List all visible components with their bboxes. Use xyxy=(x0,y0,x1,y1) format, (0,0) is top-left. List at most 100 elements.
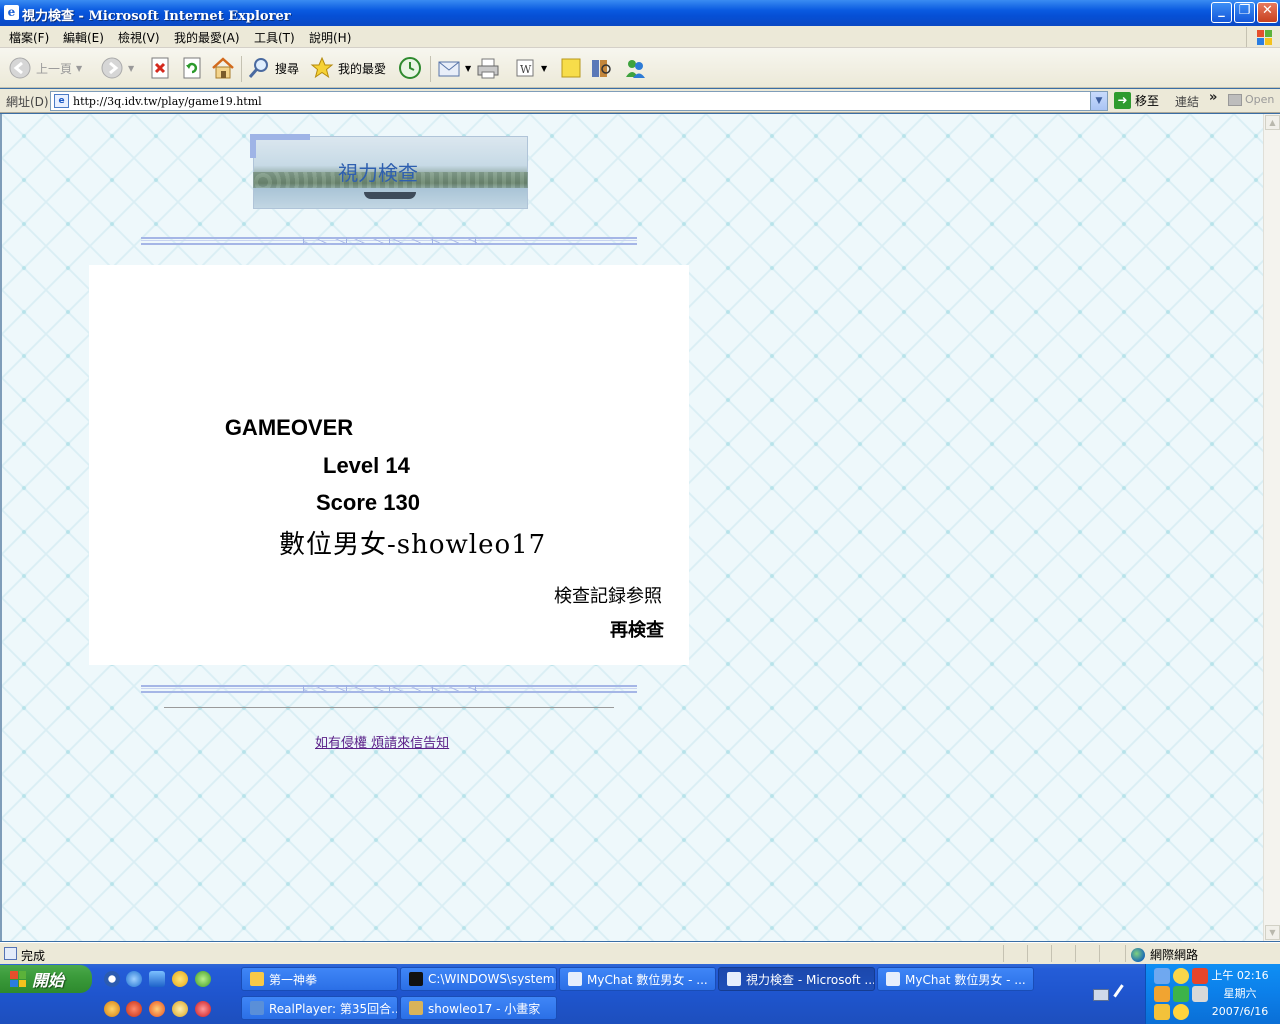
menu-favorites[interactable]: 我的最愛(A) xyxy=(174,29,240,46)
home-button[interactable] xyxy=(211,55,235,81)
app-tray-icon[interactable] xyxy=(1173,1004,1189,1020)
back-button[interactable]: 上一頁 ▼ xyxy=(8,55,82,81)
taskbar-button[interactable]: showleo17 - 小畫家 xyxy=(400,996,557,1020)
links-label[interactable]: 連結 xyxy=(1175,93,1199,110)
mail-button[interactable]: ▼ xyxy=(437,55,471,81)
status-divider xyxy=(1125,945,1126,962)
taskbar-button[interactable]: 視力検查 - Microsoft ... xyxy=(718,967,875,991)
app-quicklaunch-icon[interactable] xyxy=(149,1001,165,1017)
status-divider xyxy=(1099,945,1100,962)
clock[interactable]: 上午 02:16 星期六 2007/6/16 xyxy=(1205,967,1275,1021)
menu-help[interactable]: 說明(H) xyxy=(309,29,351,46)
refresh-icon xyxy=(180,56,204,80)
address-dropdown-icon[interactable]: ▼ xyxy=(1090,92,1107,110)
maximize-button[interactable]: ❐ xyxy=(1234,2,1255,23)
open-button[interactable]: Open xyxy=(1228,93,1274,106)
edit-dropdown-icon[interactable]: ▼ xyxy=(541,64,547,73)
taskbar-button[interactable]: MyChat 數位男女 - ... xyxy=(877,967,1034,991)
level-value: 14 xyxy=(385,453,410,478)
menu-file[interactable]: 檔案(F) xyxy=(9,29,49,46)
discuss-button[interactable] xyxy=(559,55,583,81)
taskbar-button[interactable]: 第一神拳 xyxy=(241,967,398,991)
menu-view[interactable]: 檢視(V) xyxy=(118,29,160,46)
toolbar: 上一頁 ▼ ▼ 搜尋 我的最愛 ▼ W ▼ xyxy=(0,48,1280,88)
go-button[interactable]: ➜ 移至 xyxy=(1114,92,1159,109)
close-button[interactable]: ✕ xyxy=(1257,2,1278,23)
menu-tools[interactable]: 工具(T) xyxy=(254,29,295,46)
vertical-scrollbar[interactable]: ▲ ▼ xyxy=(1263,114,1280,941)
app-tray-icon[interactable] xyxy=(1173,986,1189,1002)
windows-flag-icon xyxy=(1246,27,1276,47)
app-quicklaunch-icon[interactable] xyxy=(195,1001,211,1017)
refresh-button[interactable] xyxy=(180,55,204,81)
taskbar-app-icon xyxy=(409,972,423,986)
back-dropdown-icon[interactable]: ▼ xyxy=(76,64,82,73)
taskbar-app-icon xyxy=(250,972,264,986)
minimize-button[interactable]: _ xyxy=(1211,2,1232,23)
keyboard-icon[interactable] xyxy=(1093,989,1109,1001)
taskbar-app-icon xyxy=(727,972,741,986)
address-input[interactable] xyxy=(73,93,1083,109)
history-button[interactable] xyxy=(398,55,422,81)
app-quicklaunch-icon[interactable] xyxy=(126,1001,142,1017)
messenger-button[interactable] xyxy=(623,55,647,81)
app-tray-icon[interactable] xyxy=(1154,1004,1170,1020)
banner-title: 視力検查 xyxy=(338,161,418,185)
network-icon[interactable] xyxy=(1154,968,1170,984)
favorites-button[interactable]: 我的最愛 xyxy=(310,55,386,81)
app-quicklaunch-icon[interactable] xyxy=(172,1001,188,1017)
windows-media-icon[interactable] xyxy=(149,971,165,987)
clock-date: 2007/6/16 xyxy=(1211,1005,1269,1018)
links-chevron-icon[interactable]: » xyxy=(1209,90,1217,105)
address-field[interactable]: e ▼ xyxy=(50,91,1108,111)
messenger-icon xyxy=(623,56,647,80)
forward-dropdown-icon[interactable]: ▼ xyxy=(128,64,134,73)
toolbar-separator xyxy=(430,56,431,82)
favorites-star-icon xyxy=(310,56,334,80)
search-button[interactable]: 搜尋 xyxy=(247,55,299,81)
start-button[interactable]: 開始 xyxy=(0,965,92,993)
copyright-notice-link[interactable]: 如有侵權 煩請來信告知 xyxy=(315,732,449,751)
taskbar-button[interactable]: MyChat 數位男女 - ... xyxy=(559,967,716,991)
svg-text:W: W xyxy=(520,63,532,76)
edit-icon: W xyxy=(513,56,537,80)
mail-dropdown-icon[interactable]: ▼ xyxy=(465,64,471,73)
messenger-quicklaunch-icon[interactable] xyxy=(172,971,188,987)
taskbar-button[interactable]: C:\WINDOWS\system... xyxy=(400,967,557,991)
start-label: 開始 xyxy=(32,971,65,990)
decorative-divider xyxy=(141,685,637,693)
taskbar-button[interactable]: RealPlayer: 第35回合... xyxy=(241,996,398,1020)
volume-icon[interactable] xyxy=(1154,986,1170,1002)
search-label: 搜尋 xyxy=(275,61,300,76)
address-label: 網址(D) xyxy=(6,95,49,109)
level-display: Level 14 xyxy=(323,453,410,479)
history-link[interactable]: 検查記録参照 xyxy=(554,582,662,608)
decorative-divider xyxy=(141,237,637,245)
edit-button[interactable]: W ▼ xyxy=(513,55,547,81)
go-arrow-icon: ➜ xyxy=(1114,92,1131,109)
search-icon xyxy=(247,56,271,80)
status-divider xyxy=(1027,945,1028,962)
show-desktop-icon[interactable] xyxy=(104,971,120,987)
gameover-heading: GAMEOVER xyxy=(89,415,689,441)
pen-icon[interactable] xyxy=(1113,984,1133,1004)
messenger-tray-icon[interactable] xyxy=(1173,968,1189,984)
ie-quicklaunch-icon[interactable] xyxy=(126,971,142,987)
status-bar: 完成 網際網路 xyxy=(0,942,1280,964)
stop-button[interactable] xyxy=(148,55,172,81)
status-divider xyxy=(1003,945,1004,962)
app-quicklaunch-icon[interactable] xyxy=(195,971,211,987)
scroll-down-icon[interactable]: ▼ xyxy=(1265,925,1280,940)
research-button[interactable] xyxy=(589,55,613,81)
score-label: Score xyxy=(316,490,378,515)
page-content: 視力検查 GAMEOVER Level 14 Score 130 數位男女-sh… xyxy=(0,114,1263,941)
title-bar: e 視力検查 - Microsoft Internet Explorer _ ❐… xyxy=(0,0,1280,26)
print-button[interactable] xyxy=(476,55,500,81)
taskbar-app-icon xyxy=(886,972,900,986)
app-quicklaunch-icon[interactable] xyxy=(104,1001,120,1017)
retry-link[interactable]: 再検查 xyxy=(610,616,664,642)
address-bar: 網址(D) e ▼ ➜ 移至 連結 » Open xyxy=(0,89,1280,113)
scroll-up-icon[interactable]: ▲ xyxy=(1265,115,1280,130)
forward-button[interactable]: ▼ xyxy=(100,55,134,81)
menu-edit[interactable]: 編輯(E) xyxy=(63,29,104,46)
